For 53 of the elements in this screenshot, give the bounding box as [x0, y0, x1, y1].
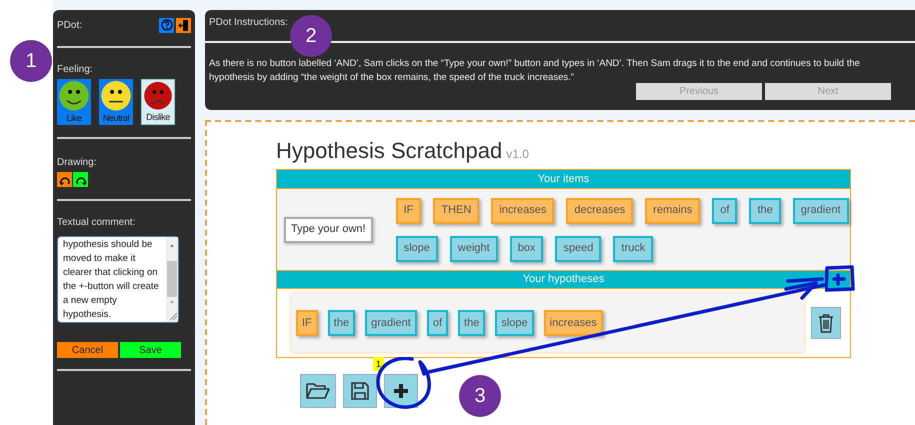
folder-icon	[306, 382, 330, 400]
type-your-own-button[interactable]: Type your own!	[284, 216, 373, 242]
word-chip[interactable]: gradient	[792, 198, 849, 224]
word-chip[interactable]: of	[712, 198, 738, 224]
feeling-option[interactable]: Like	[57, 79, 91, 125]
word-chip[interactable]: decreases	[566, 198, 634, 224]
plus-icon	[392, 382, 410, 400]
section-header: Your items	[277, 170, 850, 188]
smiley-face-icon	[58, 80, 90, 112]
comment-field[interactable]: hypothesis should be moved to make it clearer that clicking on the +-button will create a new empty hypothesis.	[57, 236, 179, 323]
neutral-face-icon	[100, 80, 132, 112]
word-chip[interactable]: speed	[555, 236, 602, 262]
section-label: Drawing:	[57, 156, 98, 170]
version-label: v1.0	[506, 146, 529, 163]
word-chip[interactable]: gradient	[365, 310, 417, 336]
undo-icon[interactable]	[57, 172, 72, 187]
trash-icon	[818, 313, 834, 333]
section-header: Your hypotheses	[277, 270, 850, 288]
panel-title: PDot Instructions:	[209, 16, 289, 30]
add-hypothesis-button[interactable]	[384, 374, 418, 408]
boxed-annotation	[825, 265, 855, 293]
instructions-text: As there is no button labelled ‘AND’, Sam clicks on the “Type your own!” button and types in ‘AND’. Then Sam drags it to the end and continues to build the hypothesis by adding “the weight of the box remains, the speed of the truck increases.”	[209, 57, 861, 85]
cancel-button[interactable]: Cancel	[57, 342, 118, 358]
word-chip[interactable]: slope	[396, 236, 438, 262]
word-chip[interactable]: truck	[613, 236, 654, 262]
circled-annotation	[376, 357, 432, 412]
save-button[interactable]: Save	[120, 342, 181, 358]
word-chip[interactable]: IF	[396, 198, 422, 224]
word-chip[interactable]: slope	[495, 310, 534, 336]
help-icon[interactable]	[159, 18, 174, 32]
word-chip[interactable]: IF	[296, 310, 318, 336]
section-label: Textual comment:	[57, 216, 136, 230]
section-label: Feeling:	[57, 63, 94, 77]
feeling-option[interactable]: Neutral	[99, 79, 133, 125]
word-chip[interactable]: the	[749, 198, 781, 224]
sad-face-icon	[142, 81, 174, 110]
open-folder-button[interactable]	[300, 374, 336, 408]
word-chip[interactable]: remains	[645, 198, 700, 224]
feeling-option[interactable]: Dislike	[141, 79, 175, 125]
word-chip[interactable]: box	[510, 236, 544, 262]
panel-title: PDot:	[57, 18, 82, 32]
word-chip[interactable]: THEN	[433, 198, 480, 224]
word-chip[interactable]: of	[426, 310, 448, 336]
save-disk-button[interactable]	[343, 374, 377, 408]
redo-icon[interactable]	[73, 172, 88, 187]
word-chip[interactable]: weight	[450, 236, 498, 262]
delete-button[interactable]	[811, 307, 841, 339]
word-chip[interactable]: increases	[491, 198, 554, 224]
word-chip[interactable]: the	[458, 310, 486, 336]
page-title: Hypothesis Scratchpad	[276, 137, 502, 165]
exit-door-icon[interactable]	[176, 18, 191, 32]
word-chip[interactable]: increases	[544, 310, 603, 336]
word-chip[interactable]: the	[328, 310, 356, 336]
